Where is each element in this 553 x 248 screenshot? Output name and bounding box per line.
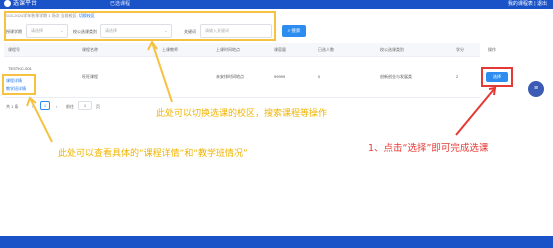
annotation-filter: 此处可以切换选课的校区，搜索课程等操作 <box>156 109 328 119</box>
annotation-details: 此处可以查看具体的“课程详情”和“教学班情况” <box>58 149 248 159</box>
annotation-select: 1、点击“选择”即可完成选课 <box>368 143 489 154</box>
arrow-filter <box>147 40 173 103</box>
annotation-arrows <box>26 40 497 143</box>
arrow-details <box>26 96 53 143</box>
bottom-bar <box>0 236 553 248</box>
arrow-select <box>455 86 497 136</box>
